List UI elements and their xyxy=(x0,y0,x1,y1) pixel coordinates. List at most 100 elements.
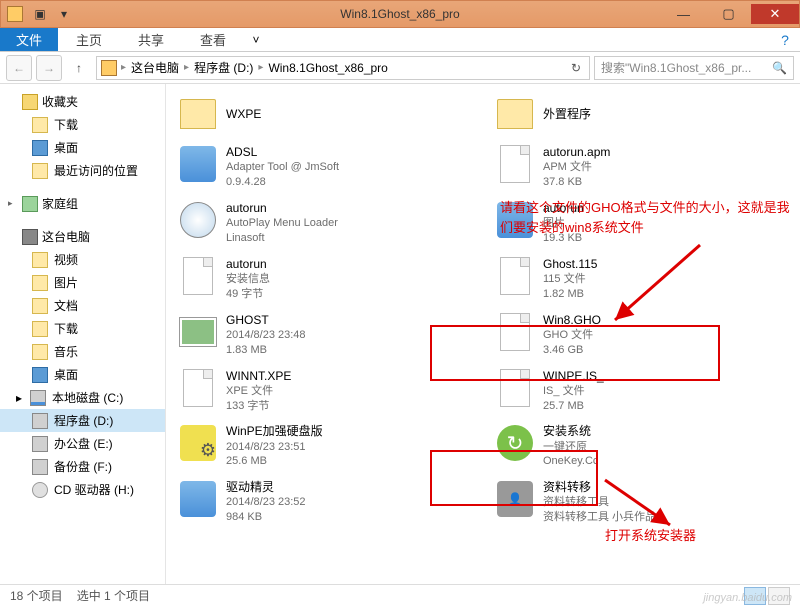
ribbon-expand-icon[interactable]: ˅ xyxy=(244,28,268,51)
nav-homegroup: ▸ 家庭组 xyxy=(0,192,165,215)
app-icon[interactable] xyxy=(7,6,23,22)
file-meta-line: IS_ 文件 xyxy=(543,384,604,399)
chevron-right-icon[interactable]: ▸ xyxy=(121,62,126,73)
refresh-icon[interactable]: ↻ xyxy=(567,61,585,75)
back-button[interactable]: ← xyxy=(6,55,32,81)
file-name: 外置程序 xyxy=(543,106,591,122)
search-icon[interactable]: 🔍 xyxy=(772,61,787,75)
chevron-right-icon[interactable]: ▸ xyxy=(258,62,263,73)
up-button[interactable]: ↑ xyxy=(66,55,92,81)
nav-favorites-header[interactable]: 收藏夹 xyxy=(0,90,165,113)
file-name: WXPE xyxy=(226,106,261,122)
file-name: WINNT.XPE xyxy=(226,368,291,384)
close-button[interactable]: ✕ xyxy=(751,4,799,24)
window-buttons: — ▢ ✕ xyxy=(661,4,799,24)
main-area: 收藏夹 下载 桌面 最近访问的位置 ▸ 家庭组 这台电脑 视频 图片 文档 下载… xyxy=(0,84,800,584)
tab-home[interactable]: 主页 xyxy=(58,28,120,51)
file-column-right: 外置程序 autorun.apmAPM 文件37.8 KBautorun图片19.… xyxy=(493,90,790,531)
file-tab[interactable]: 文件 xyxy=(0,28,58,51)
nav-thispc-label: 这台电脑 xyxy=(42,228,90,245)
breadcrumb[interactable]: ▸ 这台电脑 ▸ 程序盘 (D:) ▸ Win8.1Ghost_x86_pro … xyxy=(96,56,590,80)
disk-icon xyxy=(32,459,48,475)
file-icon xyxy=(500,145,530,183)
folder-icon xyxy=(32,117,48,133)
nav-downloads[interactable]: 下载 xyxy=(0,113,165,136)
file-meta-line: XPE 文件 xyxy=(226,384,291,399)
file-item[interactable]: autorun图片19.3 KB xyxy=(493,196,790,250)
file-meta-line: 19.3 KB xyxy=(543,231,584,246)
file-item[interactable]: autorunAutoPlay Menu LoaderLinasoft xyxy=(176,196,473,250)
desktop-icon xyxy=(32,367,48,383)
nav-drive-h[interactable]: CD 驱动器 (H:) xyxy=(0,478,165,501)
file-item[interactable]: Win8.GHOGHO 文件3.46 GB xyxy=(493,308,790,362)
crumb-folder[interactable]: Win8.1Ghost_x86_pro xyxy=(265,61,390,75)
file-item[interactable]: Ghost.115115 文件1.82 MB xyxy=(493,252,790,306)
nav-videos[interactable]: 视频 xyxy=(0,248,165,271)
file-meta-line: Linasoft xyxy=(226,231,338,246)
file-item[interactable]: GHOST2014/8/23 23:481.83 MB xyxy=(176,308,473,362)
file-item[interactable]: autorun安装信息49 字节 xyxy=(176,252,473,306)
file-meta-line: 图片 xyxy=(543,216,584,231)
disclosure-icon: ▸ xyxy=(8,198,18,209)
file-item[interactable]: WINNT.XPEXPE 文件133 字节 xyxy=(176,364,473,418)
exe-icon xyxy=(180,146,216,182)
nav-desktop2[interactable]: 桌面 xyxy=(0,363,165,386)
recent-icon xyxy=(32,163,48,179)
nav-downloads2[interactable]: 下载 xyxy=(0,317,165,340)
cd-drive-icon xyxy=(32,482,48,498)
disk-icon xyxy=(32,436,48,452)
tab-share[interactable]: 共享 xyxy=(120,28,182,51)
disclosure-icon: ▸ xyxy=(16,391,22,405)
nav-pictures[interactable]: 图片 xyxy=(0,271,165,294)
file-item[interactable]: 驱动精灵2014/8/23 23:52984 KB xyxy=(176,475,473,529)
forward-button[interactable]: → xyxy=(36,55,62,81)
file-meta-line: 49 字节 xyxy=(226,287,270,302)
tab-view[interactable]: 查看 xyxy=(182,28,244,51)
file-meta-line: GHO 文件 xyxy=(543,328,601,343)
img-icon xyxy=(180,318,216,346)
crumb-drive[interactable]: 程序盘 (D:) xyxy=(191,59,256,76)
nav-desktop[interactable]: 桌面 xyxy=(0,136,165,159)
nav-thispc-header[interactable]: 这台电脑 xyxy=(0,225,165,248)
nav-favorites-label: 收藏夹 xyxy=(42,93,78,110)
file-name: Win8.GHO xyxy=(543,312,601,328)
file-item[interactable]: WINPE.IS_IS_ 文件25.7 MB xyxy=(493,364,790,418)
nav-thispc-group: 这台电脑 视频 图片 文档 下载 音乐 桌面 ▸本地磁盘 (C:) 程序盘 (D… xyxy=(0,225,165,501)
file-item[interactable]: ADSLAdapter Tool @ JmSoft0.9.4.28 xyxy=(176,140,473,194)
file-meta-line: AutoPlay Menu Loader xyxy=(226,216,338,231)
qat-newfolder-icon[interactable]: ▾ xyxy=(53,4,75,24)
file-item[interactable]: WinPE加强硬盘版2014/8/23 23:5125.6 MB xyxy=(176,419,473,473)
crumb-thispc[interactable]: 这台电脑 xyxy=(128,59,182,76)
file-item[interactable]: ↻安装系统一键还原OneKey.Cc xyxy=(493,419,790,473)
file-name: WINPE.IS_ xyxy=(543,368,604,384)
qat-properties-icon[interactable]: ▣ xyxy=(29,4,51,24)
file-icon xyxy=(183,369,213,407)
file-item[interactable]: 👤资料转移资料转移工具资料转移工具 小兵作品 xyxy=(493,475,790,529)
file-item[interactable]: 外置程序 xyxy=(493,90,790,138)
nav-documents[interactable]: 文档 xyxy=(0,294,165,317)
window-title: Win8.1Ghost_x86_pro xyxy=(340,7,459,21)
file-icon xyxy=(500,257,530,295)
nav-homegroup-header[interactable]: ▸ 家庭组 xyxy=(0,192,165,215)
file-item[interactable]: WXPE xyxy=(176,90,473,138)
help-icon[interactable]: ? xyxy=(770,28,800,51)
file-name: autorun xyxy=(226,200,338,216)
address-bar: ← → ↑ ▸ 这台电脑 ▸ 程序盘 (D:) ▸ Win8.1Ghost_x8… xyxy=(0,52,800,84)
file-item[interactable]: autorun.apmAPM 文件37.8 KB xyxy=(493,140,790,194)
folder-icon xyxy=(32,321,48,337)
file-meta-line: 0.9.4.28 xyxy=(226,175,339,190)
chevron-right-icon[interactable]: ▸ xyxy=(184,62,189,73)
minimize-button[interactable]: — xyxy=(661,4,706,24)
nav-music[interactable]: 音乐 xyxy=(0,340,165,363)
nav-drive-c[interactable]: ▸本地磁盘 (C:) xyxy=(0,386,165,409)
nav-drive-e[interactable]: 办公盘 (E:) xyxy=(0,432,165,455)
nav-drive-d[interactable]: 程序盘 (D:) xyxy=(0,409,165,432)
nav-recent[interactable]: 最近访问的位置 xyxy=(0,159,165,182)
file-meta-line: Adapter Tool @ JmSoft xyxy=(226,160,339,175)
cd-icon xyxy=(180,202,216,238)
maximize-button[interactable]: ▢ xyxy=(706,4,751,24)
ribbon-tabs: 文件 主页 共享 查看 ˅ ? xyxy=(0,28,800,52)
file-list: WXPEADSLAdapter Tool @ JmSoft0.9.4.28aut… xyxy=(166,84,800,584)
search-input[interactable]: 搜索"Win8.1Ghost_x86_pr... 🔍 xyxy=(594,56,794,80)
nav-drive-f[interactable]: 备份盘 (F:) xyxy=(0,455,165,478)
